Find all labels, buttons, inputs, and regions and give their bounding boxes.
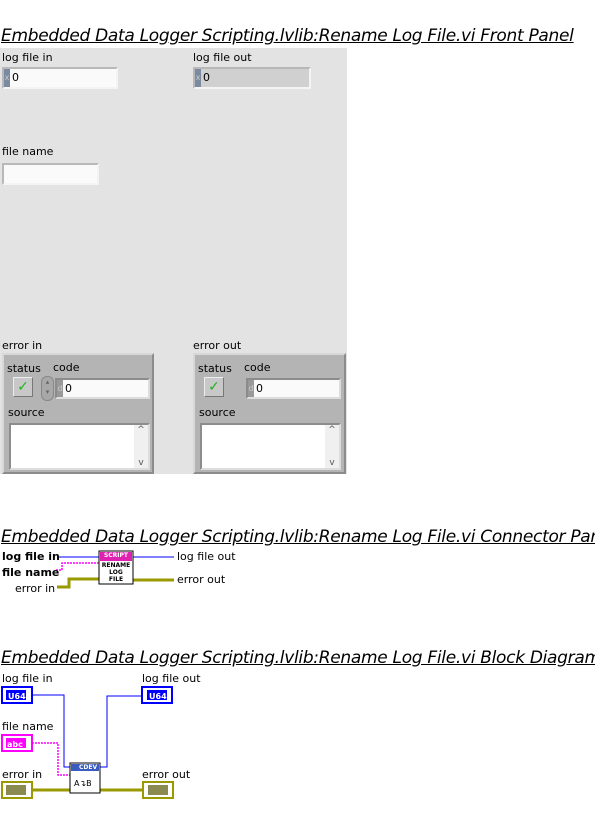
status-checkbox[interactable]: ✓	[13, 377, 33, 397]
icon-text-line: LOG	[109, 569, 123, 576]
increment-decrement-spinner[interactable]: ▴ ▾	[41, 376, 54, 401]
status-led: ✓	[204, 377, 224, 397]
code-label: code	[244, 361, 271, 374]
error-out-source-indicator: ^ v	[200, 423, 341, 470]
scroll-up-icon[interactable]: ^	[325, 425, 339, 435]
file-name-wire	[56, 562, 99, 571]
icon-text-line: RENAME	[101, 562, 131, 569]
error-in-code-value: 0	[65, 382, 72, 395]
icon-text: RENAME LOG FILE	[100, 562, 132, 583]
checkmark-icon: ✓	[208, 379, 220, 395]
error-in-cluster: status ✓ code ▴ ▾ d0 source ^ v	[2, 353, 154, 474]
block-diagram-title: Embedded Data Logger Scripting.lvlib:Ren…	[1, 648, 595, 668]
icon-banner-text: SCRIPT	[103, 552, 129, 559]
error-out-cluster: status ✓ code d0 source ^ v	[193, 353, 346, 474]
error-in-label: error in	[2, 339, 43, 352]
scrollbar[interactable]: ^ v	[325, 425, 339, 468]
front-panel-title: Embedded Data Logger Scripting.lvlib:Ren…	[1, 26, 574, 46]
log-file-out-wire	[100, 695, 141, 768]
file-name-label: file name	[2, 145, 54, 158]
block-diagram-wires: U64 U64 abc A↴B	[1, 686, 174, 799]
error-out-terminal	[142, 781, 174, 799]
error-in-wire	[57, 577, 99, 589]
log-file-in-control[interactable]: x0	[2, 67, 118, 89]
terminal-log-file-in: log file in	[2, 550, 60, 563]
error-in-code-input[interactable]: d0	[55, 378, 150, 399]
terminal-error-in: error in	[15, 582, 56, 595]
log-file-in-terminal: U64	[1, 686, 33, 704]
scroll-up-icon[interactable]: ^	[134, 425, 148, 435]
terminal-file-name: file name	[2, 566, 60, 579]
log-file-in-label: log file in	[2, 51, 53, 64]
error-out-code-indicator: d0	[246, 378, 341, 399]
error-in-source-input[interactable]: ^ v	[9, 423, 150, 470]
error-in-terminal	[1, 781, 33, 799]
source-label: source	[8, 406, 45, 419]
icon-text-line: FILE	[108, 576, 124, 583]
file-name-input[interactable]	[2, 163, 99, 185]
checkmark-icon: ✓	[17, 379, 29, 395]
scroll-down-icon[interactable]: v	[134, 458, 148, 468]
terminal-error-out: error out	[177, 573, 226, 586]
type-label: U64	[8, 692, 26, 701]
log-file-in-value: 0	[12, 71, 19, 84]
log-file-out-value: 0	[203, 71, 210, 84]
source-label: source	[199, 406, 236, 419]
status-label: status	[198, 362, 232, 375]
type-label: U64	[149, 692, 167, 701]
file-name-terminal: abc	[1, 734, 33, 752]
subvi-banner: CDEV	[79, 764, 98, 771]
terminal-log-file-out: log file out	[177, 550, 236, 563]
log-file-out-indicator: x0	[193, 67, 311, 89]
scroll-down-icon[interactable]: v	[325, 458, 339, 468]
status-label: status	[7, 362, 41, 375]
scrollbar[interactable]: ^ v	[134, 425, 148, 468]
code-label: code	[53, 361, 80, 374]
connector-pane-title: Embedded Data Logger Scripting.lvlib:Ren…	[1, 527, 595, 547]
error-out-label: error out	[193, 339, 242, 352]
log-file-in-wire	[32, 694, 70, 768]
log-file-out-label: log file out	[193, 51, 252, 64]
type-label: abc	[7, 740, 23, 749]
subvi-glyph: A↴B	[74, 779, 92, 788]
log-file-out-terminal: U64	[141, 686, 173, 704]
error-out-code-value: 0	[256, 382, 263, 395]
